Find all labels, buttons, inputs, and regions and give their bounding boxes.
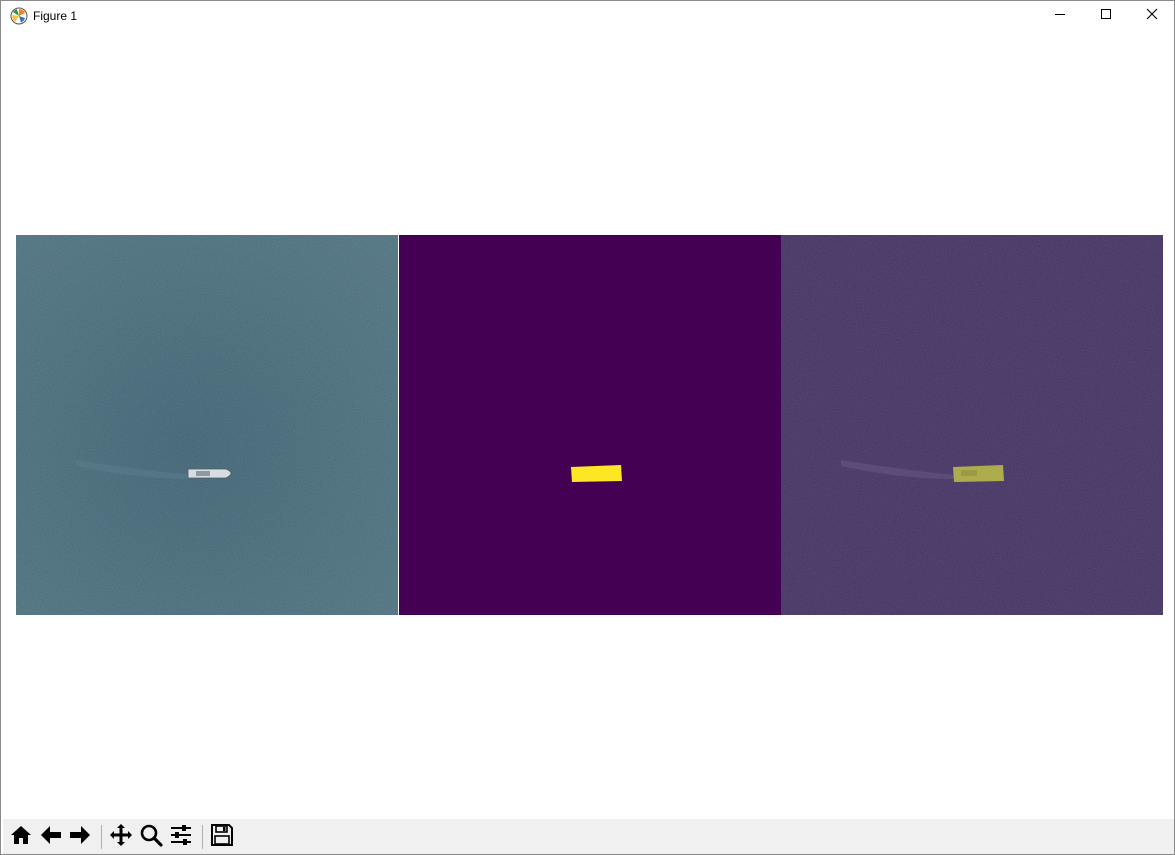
- forward-arrow-icon: [68, 823, 92, 852]
- zoom-button[interactable]: [137, 823, 165, 851]
- maximize-icon: [1100, 7, 1112, 25]
- close-button[interactable]: [1129, 1, 1174, 31]
- toolbar-separator: [101, 825, 102, 849]
- close-icon: [1146, 7, 1158, 25]
- window-title: Figure 1: [33, 9, 78, 23]
- matplotlib-icon: [10, 7, 28, 25]
- mask-image-panel: [399, 235, 781, 615]
- maximize-button[interactable]: [1083, 1, 1129, 31]
- zoom-icon: [139, 823, 163, 852]
- save-icon: [210, 823, 234, 852]
- navigation-toolbar: [3, 819, 1174, 854]
- figure-window: Figure 1: [0, 0, 1175, 855]
- minimize-button[interactable]: [1037, 1, 1083, 31]
- back-button[interactable]: [37, 823, 65, 851]
- back-arrow-icon: [39, 823, 63, 852]
- home-button[interactable]: [7, 823, 35, 851]
- configure-subplots-button[interactable]: [167, 823, 195, 851]
- home-icon: [9, 823, 33, 852]
- pan-button[interactable]: [107, 823, 135, 851]
- figure-canvas[interactable]: [3, 31, 1174, 819]
- toolbar-separator: [202, 825, 203, 849]
- overlay-image-panel: [781, 235, 1163, 615]
- pan-icon: [109, 823, 133, 852]
- save-button[interactable]: [208, 823, 236, 851]
- configure-subplots-icon: [169, 823, 193, 852]
- title-bar[interactable]: Figure 1: [1, 1, 1174, 31]
- satellite-image-panel: [16, 235, 398, 615]
- forward-button[interactable]: [66, 823, 94, 851]
- minimize-icon: [1054, 7, 1066, 25]
